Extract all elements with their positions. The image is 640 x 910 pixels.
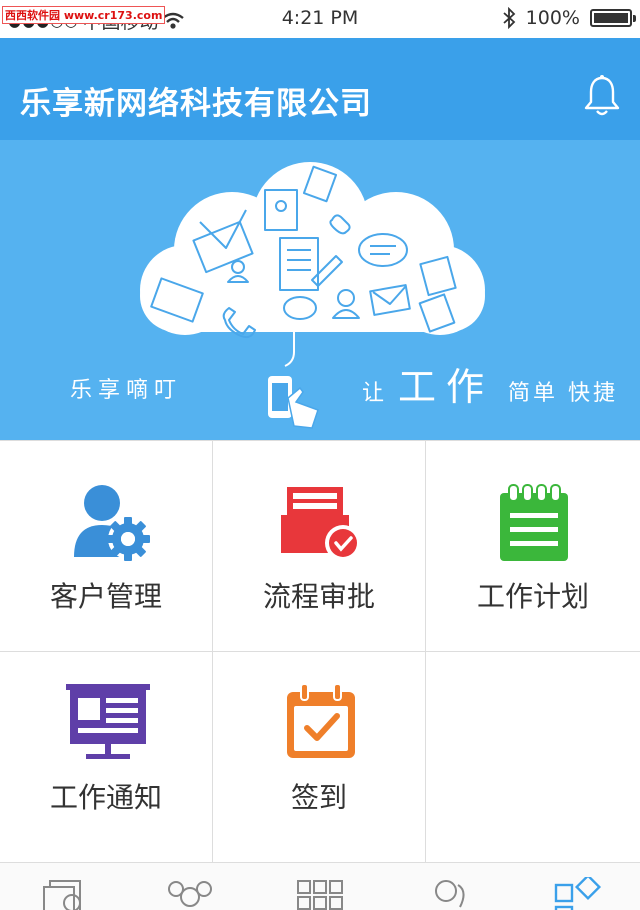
- status-right: 100%: [502, 7, 636, 29]
- battery-icon: [590, 9, 636, 27]
- app-header: 乐享新网络科技有限公司: [0, 38, 640, 140]
- grid-item-customer-management[interactable]: 客户管理: [0, 441, 213, 652]
- feature-grid: 客户管理 流程审批 工作计划 工作通知 签到: [0, 440, 640, 863]
- slogan-left: 乐享嘀叮: [70, 378, 183, 403]
- company-title: 乐享新网络科技有限公司: [20, 86, 372, 122]
- bottom-tab-bar: [0, 862, 640, 910]
- grid-item-label: 客户管理: [49, 580, 162, 613]
- slogan-right-suffix: 简单 快捷: [508, 381, 619, 406]
- slogan-right-prefix: 让: [362, 381, 385, 406]
- customer-gear-icon: [74, 485, 150, 561]
- battery-percent: 100%: [525, 7, 580, 29]
- grid-item-process-approval[interactable]: 流程审批: [213, 441, 426, 652]
- approval-tray-icon: [281, 487, 361, 561]
- hero-banner: 乐享嘀叮 让 工作 简单 快捷: [0, 140, 640, 440]
- bell-icon[interactable]: [582, 74, 622, 118]
- grid-item-empty: [426, 652, 640, 863]
- apps-grid-icon[interactable]: [290, 877, 350, 910]
- notepad-icon: [500, 484, 568, 561]
- slogan-right: 让 工作 简单 快捷: [362, 356, 618, 411]
- workspace-icon[interactable]: [548, 877, 608, 910]
- people-icon[interactable]: [420, 877, 480, 910]
- status-bar: ●●●○○ 中国移动 西西软件园 www.cr173.com 4:21 PM 1…: [0, 0, 640, 38]
- contacts-icon[interactable]: [160, 877, 220, 910]
- bluetooth-icon: [503, 7, 515, 29]
- grid-item-label: 流程审批: [262, 580, 375, 613]
- grid-item-check-in[interactable]: 签到: [213, 652, 426, 863]
- notice-board-icon: [66, 684, 150, 759]
- messages-icon[interactable]: [38, 877, 98, 910]
- grid-item-work-plan[interactable]: 工作计划: [426, 441, 640, 652]
- grid-item-label: 签到: [290, 781, 347, 814]
- calendar-check-icon: [287, 683, 355, 758]
- grid-item-label: 工作计划: [476, 580, 589, 613]
- slogan-right-main: 工作: [398, 365, 495, 409]
- grid-item-work-notice[interactable]: 工作通知: [0, 652, 213, 863]
- grid-item-label: 工作通知: [49, 781, 162, 814]
